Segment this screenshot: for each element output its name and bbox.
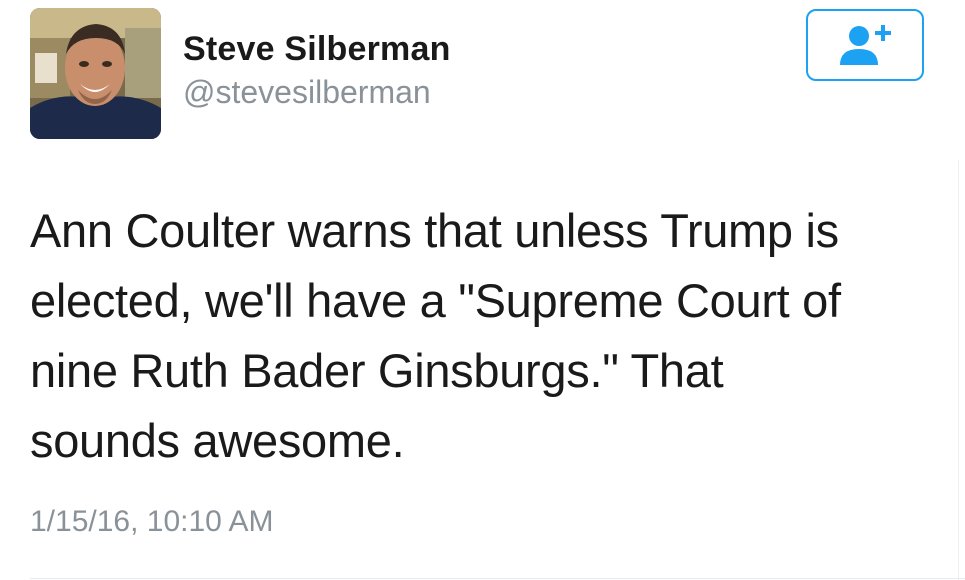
tweet-timestamp[interactable]: 1/15/16, 10:10 AM [30,505,274,539]
edge-divider [958,160,959,580]
profile-photo [30,8,161,139]
avatar[interactable] [30,8,161,139]
tweet-text: Ann Coulter warns that unless Trump is e… [30,204,841,467]
user-display-name[interactable]: Steve Silberman [183,30,451,69]
follow-button[interactable] [806,9,924,81]
user-handle[interactable]: @stevesilberman [183,74,431,111]
add-user-icon [840,25,891,65]
bottom-divider [30,578,965,579]
